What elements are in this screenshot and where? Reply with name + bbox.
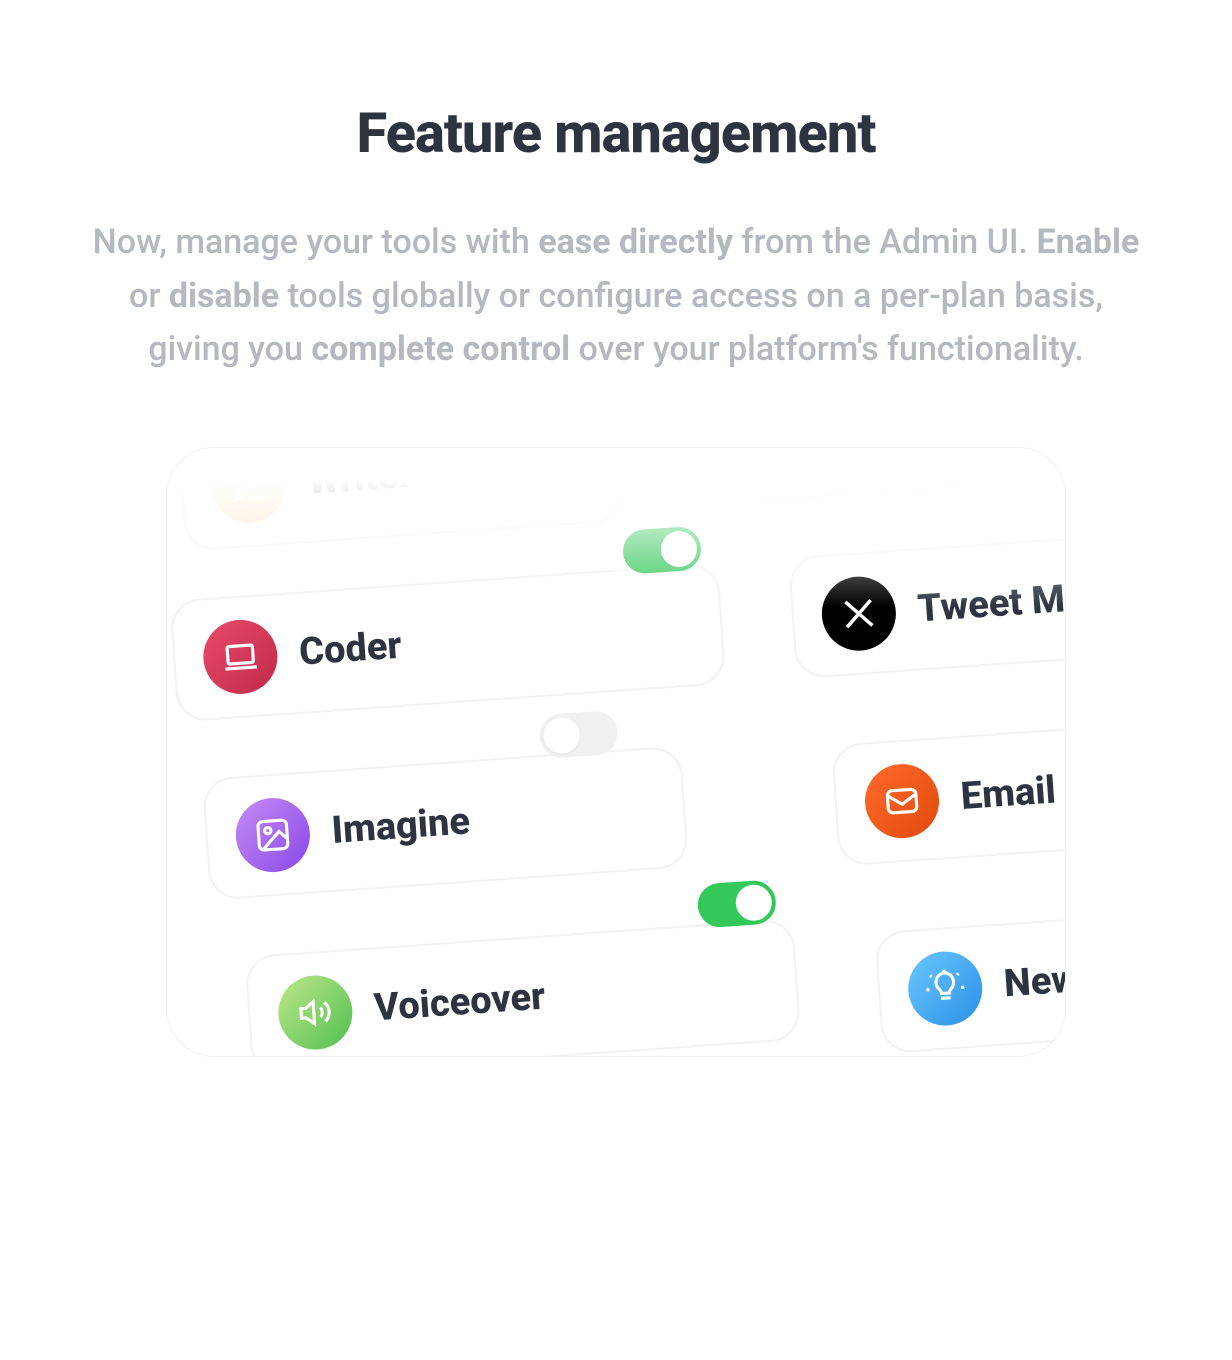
feature-card-email[interactable]: Email writer: [831, 714, 1066, 866]
speaker-icon: [276, 973, 355, 1052]
pen-icon: [209, 447, 288, 525]
feature-card-newsletter[interactable]: Newsletter: [874, 903, 1066, 1054]
lightbulb-icon: [906, 949, 985, 1028]
feature-card-blog[interactable]: Blog Section: [735, 447, 1066, 502]
feature-panel: Writer Blog Section Coder: [166, 447, 1066, 1057]
card-label: Writer: [306, 453, 414, 504]
card-label: Imagine: [330, 800, 471, 854]
page-subtitle: Now, manage your tools with ease directl…: [86, 216, 1146, 377]
card-label: Blog Section: [864, 447, 1066, 455]
email-icon: [863, 762, 942, 841]
laptop-icon: [201, 618, 280, 697]
toggle-coder[interactable]: [622, 526, 703, 575]
card-label: Coder: [298, 624, 403, 675]
card-label: Newsletter: [1003, 950, 1066, 1007]
layout-icon: [767, 447, 846, 476]
feature-card-coder[interactable]: Coder: [169, 563, 726, 723]
feature-card-imagine[interactable]: Imagine: [202, 746, 689, 901]
card-label: Voiceover: [373, 975, 547, 1031]
page-title: Feature management: [80, 100, 1152, 166]
image-icon: [233, 796, 312, 875]
card-label: Email writer: [959, 761, 1066, 819]
toggle-voiceover[interactable]: [696, 879, 777, 928]
feature-card-tweet[interactable]: Tweet Machine: [788, 526, 1066, 680]
feature-card-voiceover[interactable]: Voiceover: [244, 918, 801, 1057]
toggle-imagine[interactable]: [538, 710, 619, 759]
x-twitter-icon: [819, 574, 898, 653]
card-label: Tweet Machine: [916, 570, 1066, 632]
feature-card-writer[interactable]: Writer: [177, 447, 624, 551]
